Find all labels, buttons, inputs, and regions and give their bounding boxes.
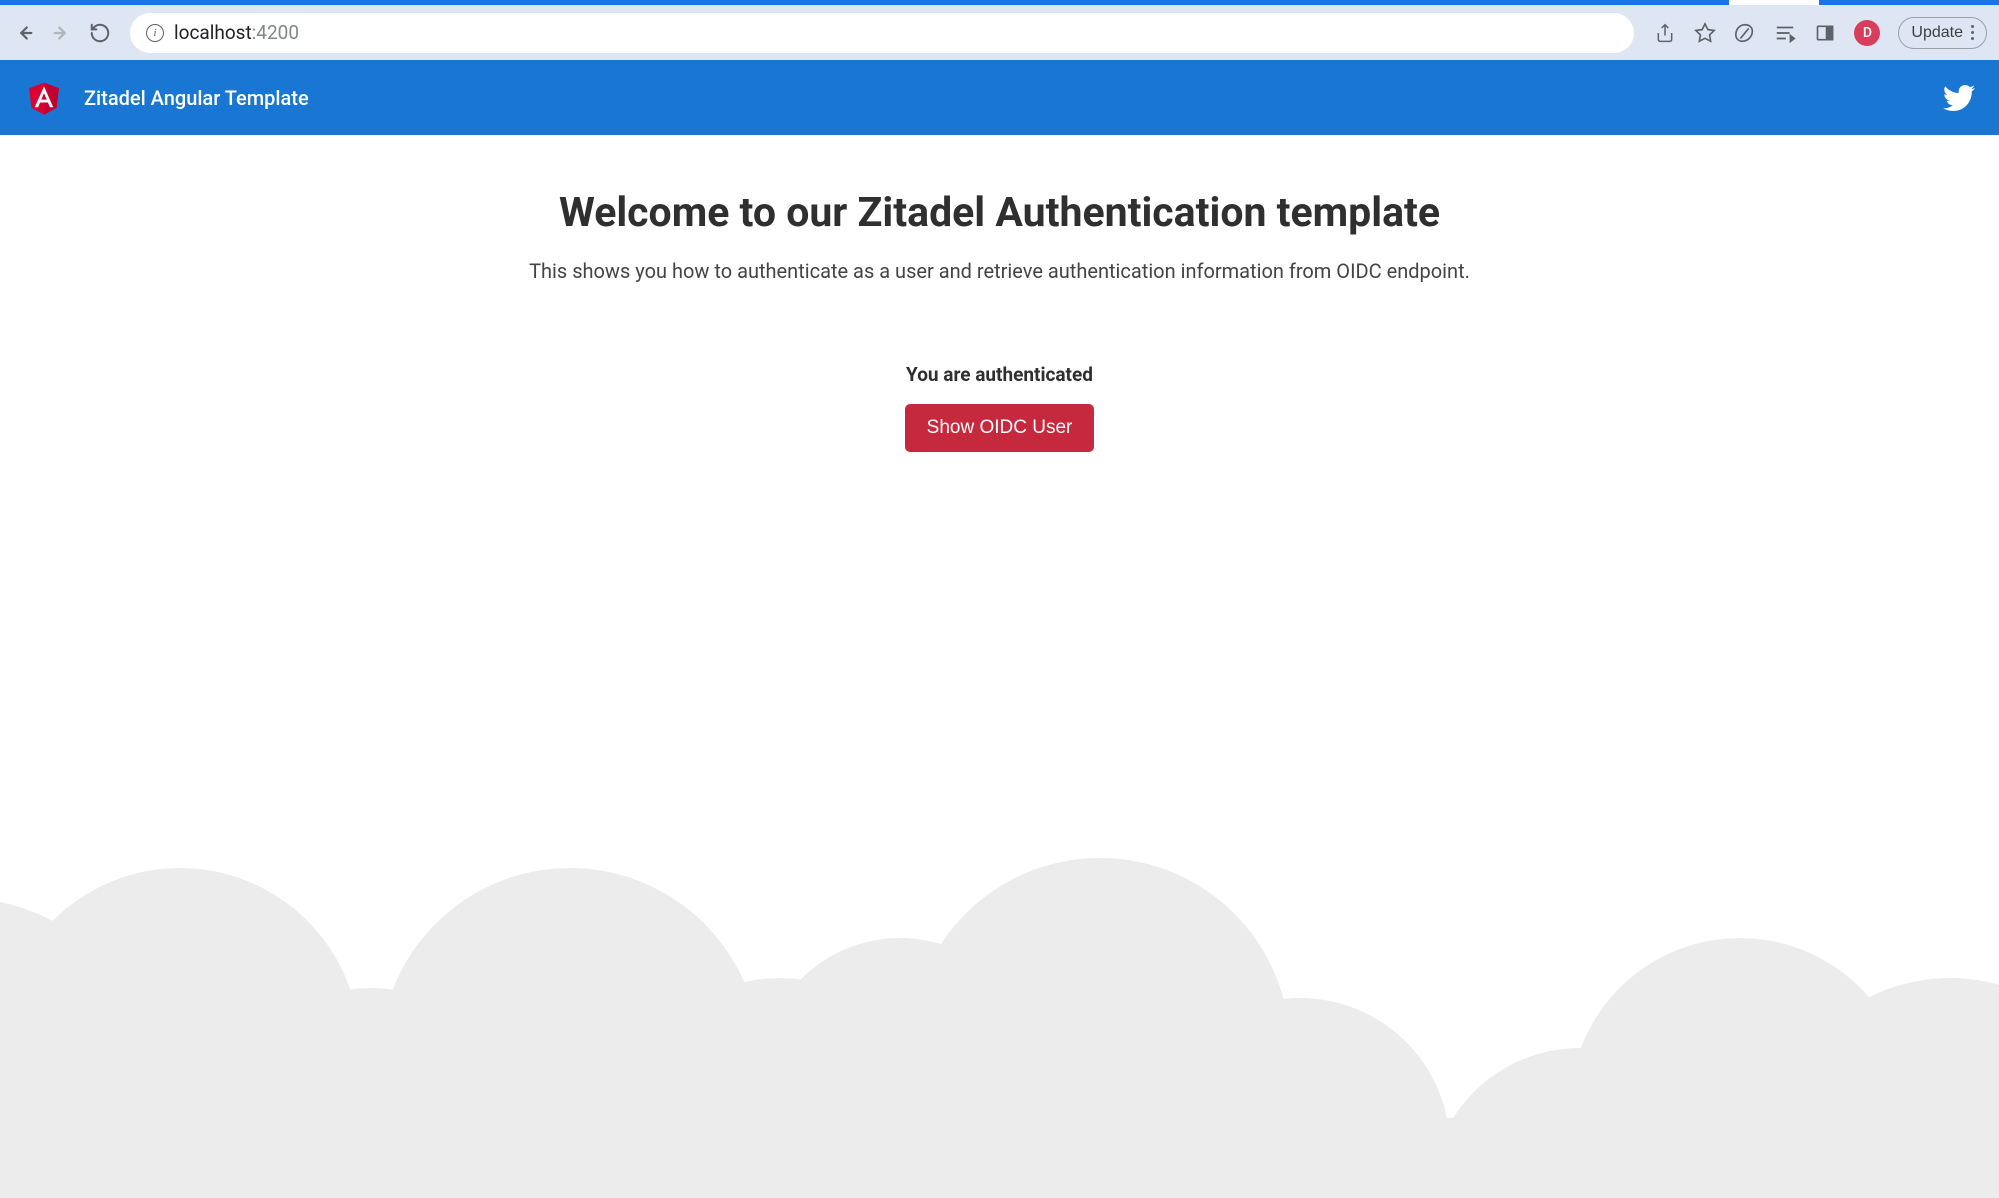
show-oidc-user-button[interactable]: Show OIDC User [905,404,1095,452]
playlist-icon[interactable] [1774,22,1796,44]
menu-dots-icon [1971,25,1974,40]
profile-avatar[interactable]: D [1854,20,1880,46]
browser-toolbar: i localhost:4200 D Update [0,0,1999,60]
page-title: Welcome to our Zitadel Authentication te… [559,189,1440,237]
address-bar[interactable]: i localhost:4200 [130,13,1634,53]
active-tab-indicator [1729,0,1819,5]
url-host: localhost [174,21,252,44]
forward-button[interactable] [50,21,74,45]
url-port: :4200 [252,21,299,44]
twitter-icon[interactable] [1943,82,1975,114]
panel-icon[interactable] [1814,22,1836,44]
app-header: Zitadel Angular Template [0,60,1999,135]
chrome-actions-group: D Update [1654,17,1987,49]
back-button[interactable] [12,21,36,45]
main-content: Welcome to our Zitadel Authentication te… [0,135,1999,452]
nav-buttons-group [12,21,112,45]
app-title: Zitadel Angular Template [84,86,309,110]
site-info-icon[interactable]: i [146,24,164,42]
clouds-decoration [0,818,1999,1198]
auth-status: You are authenticated [906,363,1093,386]
page-subtitle: This shows you how to authenticate as a … [529,259,1470,283]
share-icon[interactable] [1654,22,1676,44]
leaf-icon[interactable] [1734,22,1756,44]
update-button[interactable]: Update [1898,17,1987,49]
angular-logo-icon [24,78,64,118]
profile-initial: D [1863,25,1872,41]
update-label: Update [1911,24,1963,42]
reload-button[interactable] [88,21,112,45]
url-display: localhost:4200 [174,21,299,44]
app-header-left: Zitadel Angular Template [24,78,309,118]
bookmark-star-icon[interactable] [1694,22,1716,44]
